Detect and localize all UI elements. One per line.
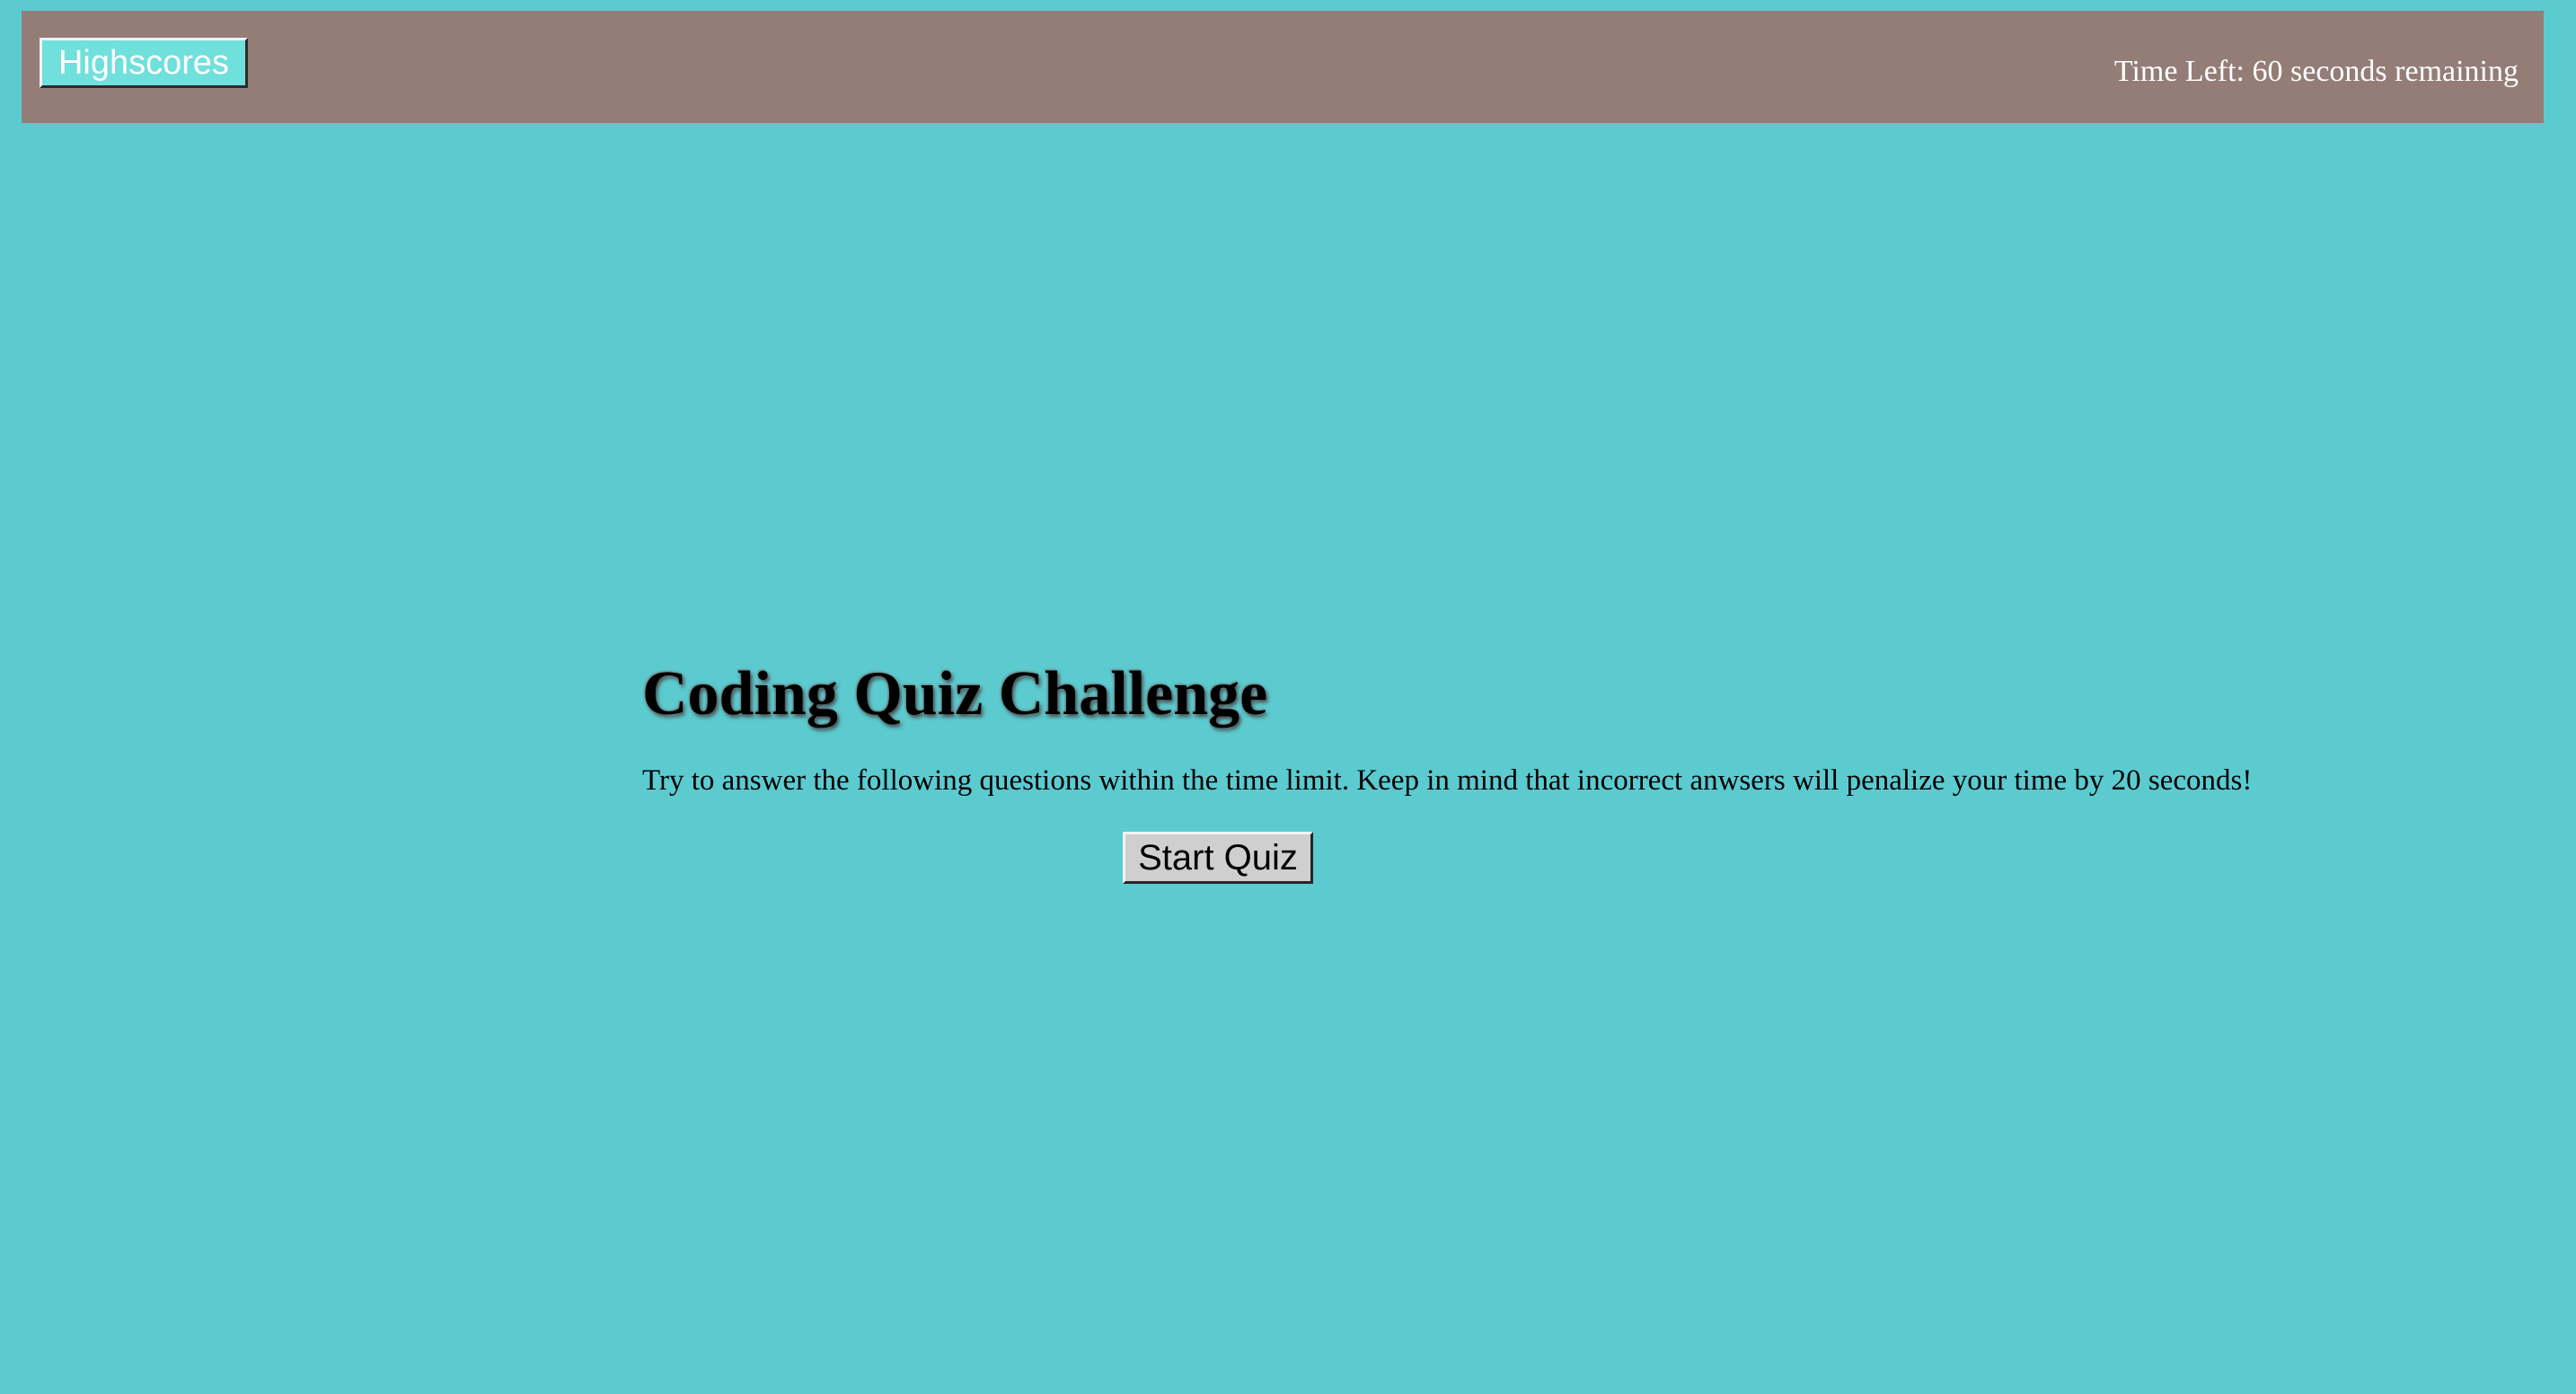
header-bar: Highscores Time Left: 60 seconds remaini… <box>22 11 2544 123</box>
highscores-button[interactable]: Highscores <box>40 38 248 88</box>
page-title: Coding Quiz Challenge <box>642 659 1268 728</box>
time-left-text: Time Left: 60 seconds remaining <box>2113 55 2519 88</box>
quiz-intro: Coding Quiz Challenge Try to answer the … <box>642 651 2259 884</box>
start-quiz-button[interactable]: Start Quiz <box>1123 832 1313 884</box>
quiz-description: Try to answer the following questions wi… <box>642 764 2253 797</box>
